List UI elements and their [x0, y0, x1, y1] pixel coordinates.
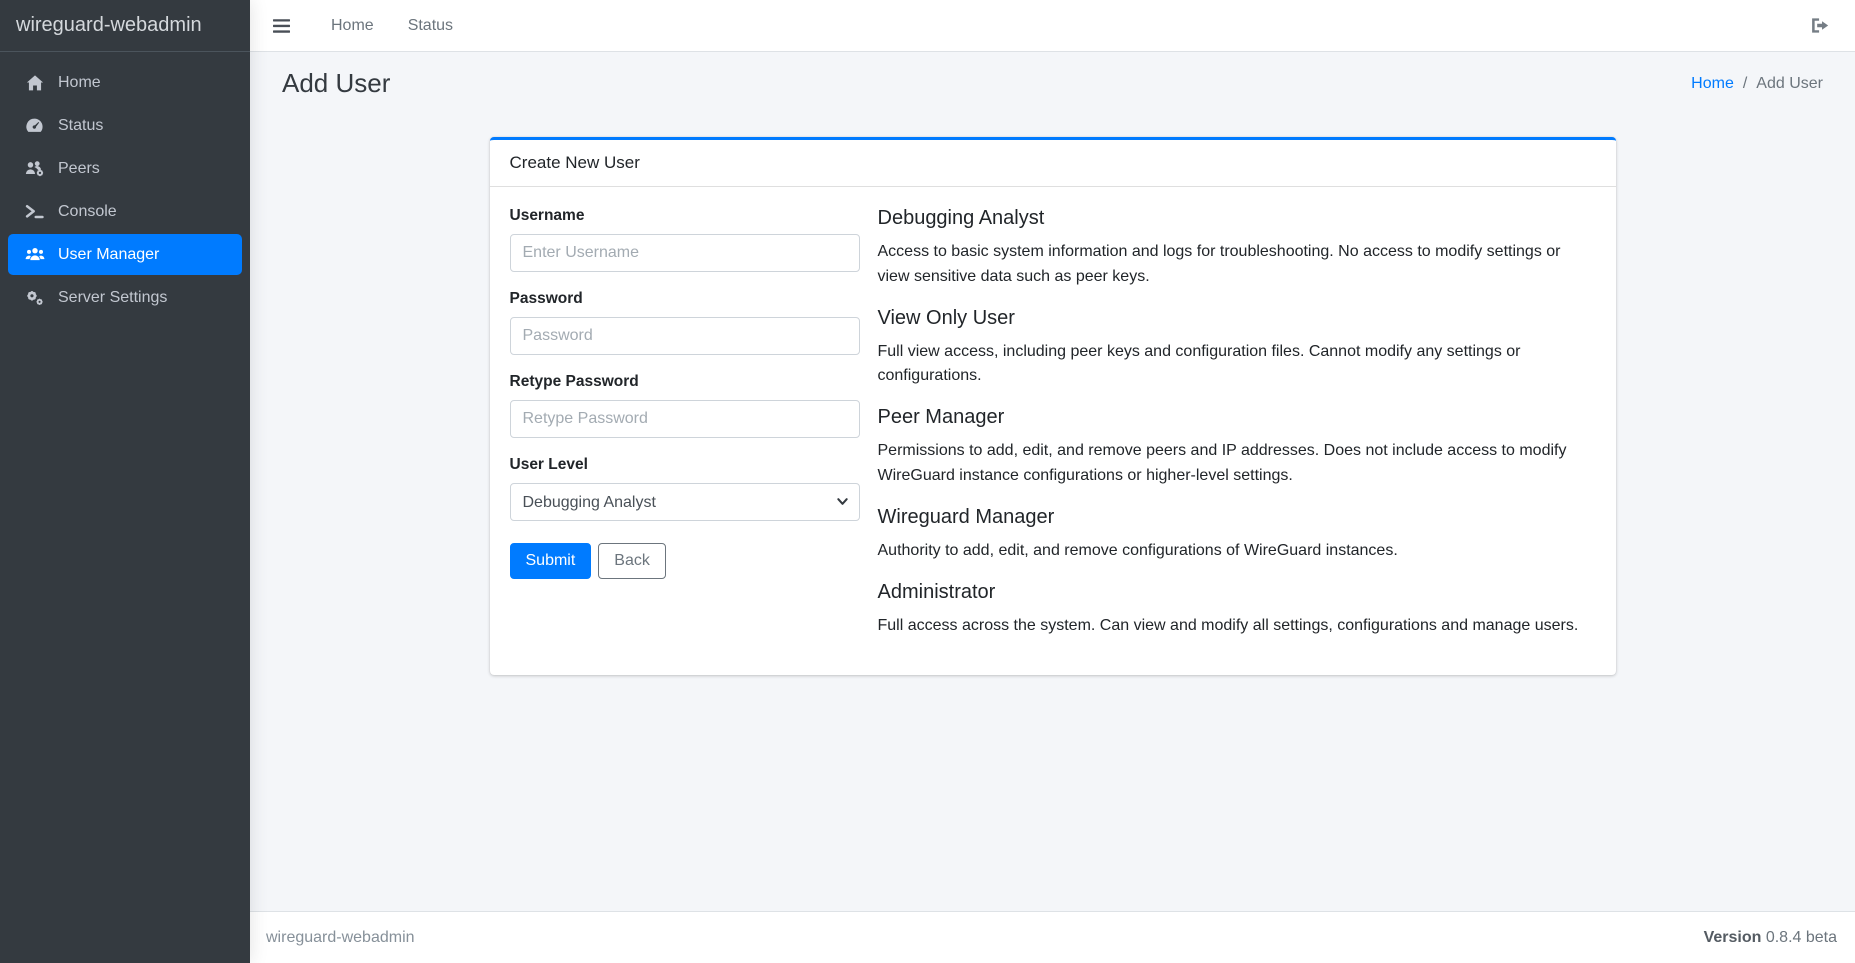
username-input[interactable]: [510, 234, 860, 272]
username-label: Username: [510, 207, 860, 225]
sign-out-icon[interactable]: [1810, 17, 1829, 34]
sidebar-item-label: Server Settings: [58, 289, 167, 307]
role-description: Full view access, including peer keys an…: [878, 340, 1590, 390]
brand-title[interactable]: wireguard-webadmin: [0, 0, 250, 52]
breadcrumb-current: Add User: [1756, 75, 1823, 93]
page-title: Add User: [282, 68, 390, 99]
breadcrumb-home-link[interactable]: Home: [1691, 75, 1734, 93]
retype-password-input[interactable]: [510, 400, 860, 438]
role-description: Full access across the system. Can view …: [878, 614, 1590, 639]
submit-button[interactable]: Submit: [510, 543, 592, 579]
form-actions: Submit Back: [510, 543, 860, 579]
role-title: View Only User: [878, 307, 1592, 330]
breadcrumb: Home / Add User: [1691, 75, 1823, 93]
role-title: Debugging Analyst: [878, 207, 1592, 230]
password-input[interactable]: [510, 317, 860, 355]
user-level-group: User Level Debugging Analyst: [510, 456, 860, 521]
content-header: Add User Home / Add User: [282, 68, 1823, 99]
footer: wireguard-webadmin Version 0.8.4 beta: [250, 911, 1855, 963]
terminal-icon: [18, 204, 51, 219]
create-user-card: Create New User Username Password Retype…: [490, 137, 1616, 675]
role-debugging-analyst: Debugging Analyst Access to basic system…: [878, 207, 1592, 290]
role-description: Authority to add, edit, and remove confi…: [878, 539, 1590, 564]
main-wrapper: Home Status Add User Home / Add User Cre…: [250, 0, 1855, 963]
retype-password-group: Retype Password: [510, 373, 860, 438]
password-label: Password: [510, 290, 860, 308]
card-title: Create New User: [490, 140, 1616, 187]
version-value: 0.8.4 beta: [1766, 929, 1837, 946]
role-title: Wireguard Manager: [878, 506, 1592, 529]
create-user-form: Username Password Retype Password User L…: [510, 207, 860, 655]
sidebar-item-peers[interactable]: Peers: [8, 148, 242, 189]
breadcrumb-separator: /: [1743, 75, 1747, 93]
username-group: Username: [510, 207, 860, 272]
sidebar-item-home[interactable]: Home: [8, 62, 242, 103]
sidebar-item-console[interactable]: Console: [8, 191, 242, 232]
role-peer-manager: Peer Manager Permissions to add, edit, a…: [878, 406, 1592, 489]
role-view-only-user: View Only User Full view access, includi…: [878, 307, 1592, 390]
tachometer-icon: [18, 117, 51, 134]
users-gear-icon: [18, 160, 51, 177]
role-title: Administrator: [878, 581, 1592, 604]
role-title: Peer Manager: [878, 406, 1592, 429]
home-icon: [18, 74, 51, 92]
content-area: Add User Home / Add User Create New User…: [250, 52, 1855, 911]
sidebar-nav: Home Status: [0, 52, 250, 330]
back-button[interactable]: Back: [598, 543, 666, 579]
sidebar-item-user-manager[interactable]: User Manager: [8, 234, 242, 275]
sidebar-item-label: Peers: [58, 160, 100, 178]
password-group: Password: [510, 290, 860, 355]
role-administrator: Administrator Full access across the sys…: [878, 581, 1592, 639]
sidebar-item-label: User Manager: [58, 246, 159, 264]
topnav-link-status[interactable]: Status: [408, 17, 453, 35]
retype-password-label: Retype Password: [510, 373, 860, 391]
top-navbar: Home Status: [250, 0, 1855, 52]
hamburger-icon[interactable]: [272, 18, 291, 34]
topnav-link-home[interactable]: Home: [331, 17, 374, 35]
sidebar-item-label: Status: [58, 117, 103, 135]
sidebar-item-label: Home: [58, 74, 101, 92]
role-descriptions: Debugging Analyst Access to basic system…: [878, 207, 1596, 655]
role-description: Access to basic system information and l…: [878, 240, 1590, 290]
sidebar: wireguard-webadmin Home Status: [0, 0, 250, 963]
sidebar-item-label: Console: [58, 203, 117, 221]
user-level-label: User Level: [510, 456, 860, 474]
card-body: Username Password Retype Password User L…: [490, 187, 1616, 675]
users-icon: [18, 246, 51, 263]
gears-icon: [18, 289, 51, 306]
sidebar-item-server-settings[interactable]: Server Settings: [8, 277, 242, 318]
sidebar-item-status[interactable]: Status: [8, 105, 242, 146]
footer-brand: wireguard-webadmin: [266, 929, 415, 947]
role-description: Permissions to add, edit, and remove pee…: [878, 439, 1590, 489]
user-level-select[interactable]: Debugging Analyst: [510, 483, 860, 521]
version-label: Version: [1704, 929, 1762, 946]
role-wireguard-manager: Wireguard Manager Authority to add, edit…: [878, 506, 1592, 564]
footer-version: Version 0.8.4 beta: [1704, 929, 1837, 947]
